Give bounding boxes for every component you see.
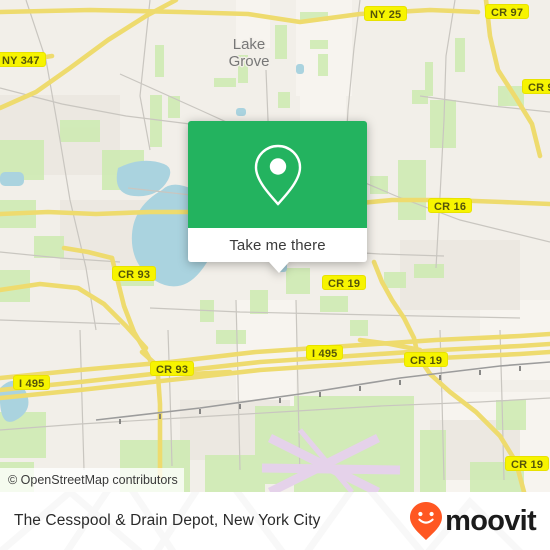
shield-cr-9-clipped: CR 9 <box>522 79 550 94</box>
popup-pointer <box>269 262 289 273</box>
shield-cr-16: CR 16 <box>428 198 473 213</box>
map-canvas[interactable]: Lake Grove NY 347 NY 25 CR 97 CR 9 CR 16… <box>0 0 550 492</box>
shield-label: CR 19 <box>328 278 361 290</box>
popup-image-panel <box>188 121 367 228</box>
shield-label: CR 9 <box>528 82 550 94</box>
moovit-logo[interactable]: moovit <box>409 492 537 550</box>
map-screenshot: Lake Grove NY 347 NY 25 CR 97 CR 9 CR 16… <box>0 0 550 550</box>
shield-label: I 495 <box>312 348 338 360</box>
shield-cr-97: CR 97 <box>485 4 530 19</box>
shield-label: CR 93 <box>156 364 189 376</box>
moovit-wordmark: moovit <box>445 504 537 537</box>
shield-i-495-left: I 495 <box>13 375 51 390</box>
shield-cr-19-bottom: CR 19 <box>505 456 550 471</box>
osm-attribution[interactable]: © OpenStreetMap contributors <box>0 468 184 492</box>
footer-bar: The Cesspool & Drain Depot, New York Cit… <box>0 492 550 550</box>
shield-label: CR 19 <box>511 459 544 471</box>
shield-label: CR 97 <box>491 7 524 19</box>
shield-cr-19-mid: CR 19 <box>322 275 367 290</box>
popup-action-bar[interactable]: Take me there <box>188 228 367 262</box>
shield-ny-347: NY 347 <box>0 52 46 67</box>
shield-i-495-mid: I 495 <box>306 345 344 360</box>
shield-cr-93-upper: CR 93 <box>112 266 157 281</box>
shield-label: CR 19 <box>410 355 443 367</box>
shield-label: CR 16 <box>434 201 467 213</box>
place-title-text: The Cesspool & Drain Depot, New York Cit… <box>14 512 321 529</box>
moovit-smiley-pin-icon <box>410 502 443 540</box>
shield-label: NY 347 <box>2 55 40 67</box>
osm-attribution-text: © OpenStreetMap contributors <box>8 473 178 487</box>
shield-label: NY 25 <box>370 9 402 21</box>
shield-label: I 495 <box>19 378 45 390</box>
shield-cr-19-right: CR 19 <box>404 352 449 367</box>
place-title: The Cesspool & Drain Depot, New York Cit… <box>14 492 321 550</box>
shield-cr-93-lower: CR 93 <box>150 361 195 376</box>
location-popup[interactable]: Take me there <box>188 121 367 273</box>
map-pin-icon <box>254 144 301 206</box>
take-me-there-label: Take me there <box>229 236 326 254</box>
shield-ny-25: NY 25 <box>364 6 408 21</box>
shield-label: CR 93 <box>118 269 151 281</box>
